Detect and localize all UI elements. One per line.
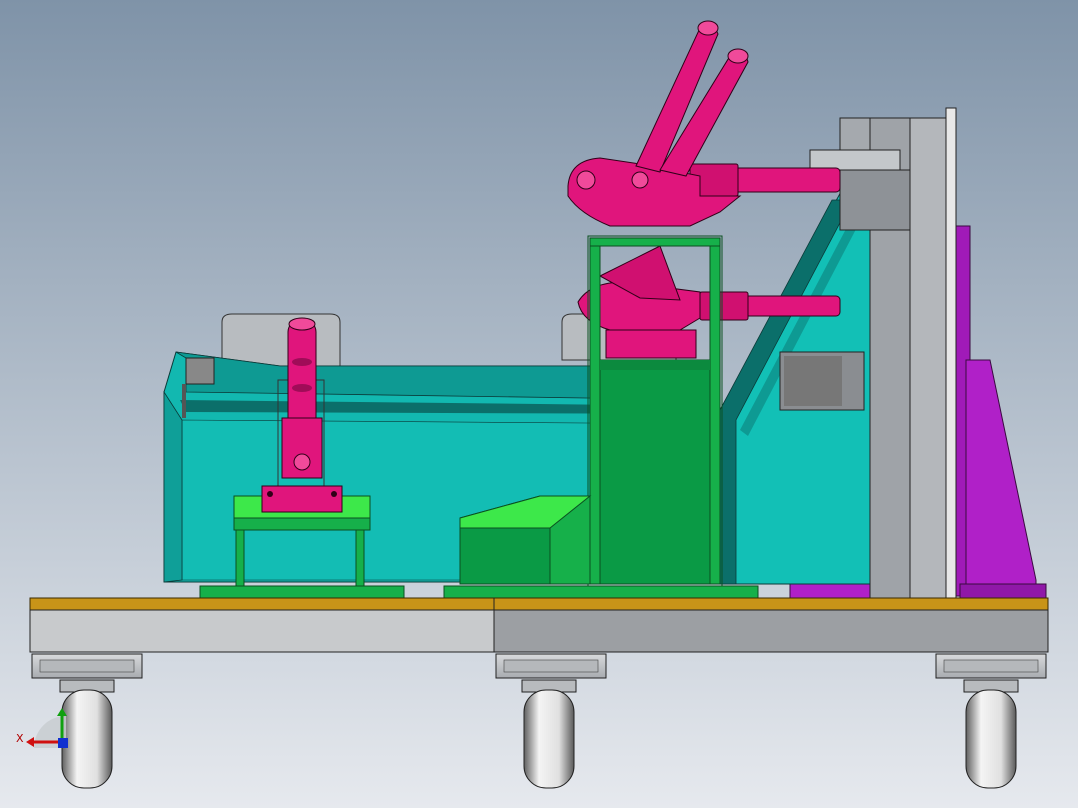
cad-viewport[interactable]: X: [0, 0, 1078, 808]
assembly-drawing: [0, 0, 1078, 808]
base-plate: [29, 597, 1049, 653]
x-axis-label: X: [16, 732, 24, 745]
